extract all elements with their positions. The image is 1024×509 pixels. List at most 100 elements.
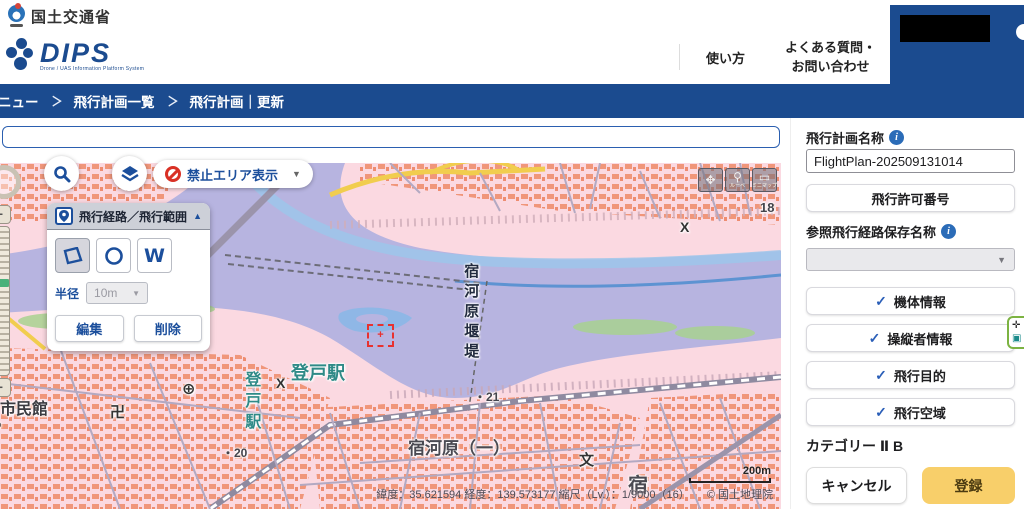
map-search-button[interactable] — [44, 156, 79, 191]
breadcrumb-flight-plan-list[interactable]: 飛行計画一覧 — [74, 91, 155, 111]
delete-button[interactable]: 削除 — [134, 315, 203, 342]
breadcrumb-flight-plan-update: 飛行計画｜更新 — [190, 91, 285, 111]
dips-logo[interactable]: DIPS Drone / UAS Information Platform Sy… — [6, 38, 144, 72]
pilot-info-label: 操縦者情報 — [887, 329, 952, 348]
ref-route-label: 参照飛行経路保存名称 — [806, 222, 936, 241]
search-icon — [53, 165, 71, 183]
prohibited-area-label: 禁止エリア表示 — [187, 165, 278, 184]
check-icon: ✓ — [875, 293, 887, 310]
map-pane: 登戸駅登戸駅宿河原堰堤市民館宿河原（一）宿・21・2018XX卍⊕文○ + + … — [0, 118, 784, 509]
chevron-down-icon: ▼ — [132, 289, 140, 298]
map-status-line: 緯度：35.621594 経度：139.573177 縮尺（Lv.）：1/900… — [376, 486, 773, 502]
pilot-info-button[interactable]: ✓ 操縦者情報 — [806, 324, 1015, 352]
map-label: 登戸駅 — [241, 371, 259, 434]
map-label: 文 — [579, 452, 594, 469]
flight-range-selection[interactable]: + — [367, 324, 394, 347]
layers-icon — [120, 164, 140, 184]
coordinates-text: 緯度：35.621594 経度：139.573177 縮尺（Lv.）：1/900… — [376, 489, 689, 501]
dips-logo-icon — [6, 38, 36, 72]
map-label: 宿河原（一） — [408, 439, 510, 459]
loupe-button[interactable]: ⚲ ルーペ — [725, 168, 750, 192]
nav-how-to-use[interactable]: 使い方 — [679, 44, 771, 70]
flight-airspace-button[interactable]: ✓ 飛行空域 — [806, 398, 1015, 426]
user-icon — [1016, 24, 1024, 40]
plan-name-label-row: 飛行計画名称 i — [806, 128, 904, 147]
flight-route-panel-header[interactable]: 飛行経路／飛行範囲 ▲ — [47, 203, 210, 230]
nav-faq-contact[interactable]: よくある質問・ お問い合わせ — [771, 30, 890, 84]
loupe-icon: ⚲ — [733, 172, 742, 183]
aircraft-info-label: 機体情報 — [894, 292, 946, 311]
chevron-up-icon[interactable]: ▲ — [193, 211, 202, 221]
breadcrumb-separator: ＞ — [168, 91, 179, 110]
chevron-down-icon[interactable]: ▼ — [292, 169, 301, 179]
flight-airspace-label: 飛行空域 — [894, 403, 946, 422]
map-label: ・21 — [474, 391, 499, 405]
mlit-logo-icon — [6, 3, 28, 27]
breadcrumb: ニュー ＞ 飛行計画一覧 ＞ 飛行計画｜更新 — [0, 84, 1024, 118]
dips-app: 国土交通省 DIPS Drone / UAS Information Platf… — [0, 0, 1024, 509]
category-text: カテゴリー Ⅱ B — [806, 436, 903, 456]
map-label: X — [276, 375, 285, 391]
brand-bar: DIPS Drone / UAS Information Platform Sy… — [0, 30, 1024, 84]
map-label: ・20 — [222, 447, 247, 461]
flight-route-panel-title: 飛行経路／飛行範囲 — [79, 208, 193, 225]
route-pin-icon — [55, 207, 73, 225]
cancel-button[interactable]: キャンセル — [806, 467, 907, 504]
flight-permit-number-button[interactable]: 飛行許可番号 — [806, 184, 1015, 212]
prohibited-area-toggle[interactable]: 禁止エリア表示 ▼ — [153, 160, 313, 188]
register-button[interactable]: 登録 — [922, 467, 1015, 504]
info-icon[interactable]: i — [889, 130, 904, 145]
check-icon: ✓ — [875, 367, 887, 384]
ref-route-label-row: 参照飛行経路保存名称 i — [806, 222, 956, 241]
check-icon: ✓ — [869, 330, 881, 347]
info-icon[interactable]: i — [941, 224, 956, 239]
map-copyright: © 国土地理院 — [707, 489, 773, 501]
route-name-input[interactable] — [2, 126, 780, 148]
edit-button[interactable]: 編集 — [55, 315, 124, 342]
chevron-down-icon: ▼ — [997, 255, 1006, 265]
map-label: 宿河原堰堤 — [462, 263, 479, 363]
map-label: ○ — [0, 415, 2, 435]
check-icon: ✓ — [875, 404, 887, 421]
flight-purpose-button[interactable]: ✓ 飛行目的 — [806, 361, 1015, 389]
zoom-level-marker[interactable] — [0, 279, 9, 287]
map-label: 卍 — [110, 404, 125, 421]
plan-name-input[interactable] — [806, 149, 1015, 173]
ref-route-select[interactable]: ▼ — [806, 248, 1015, 271]
dips-subtitle: Drone / UAS Information Platform System — [40, 66, 144, 72]
edge-widget[interactable]: ✛ ▣ — [1007, 316, 1024, 349]
edge-widget-icon: ▣ — [1012, 332, 1024, 345]
zoom-in-button[interactable]: + — [0, 205, 11, 224]
redacted-user-name — [900, 15, 990, 42]
draw-path-tool[interactable]: W — [137, 238, 172, 273]
map-layers-button[interactable] — [112, 156, 147, 191]
minimap-icon: ▭ — [759, 172, 770, 183]
ministry-name: 国土交通省 — [31, 6, 111, 27]
government-bar: 国土交通省 — [0, 0, 1024, 30]
draw-circle-tool[interactable] — [96, 238, 131, 273]
pan-button[interactable]: ✥ — [698, 168, 723, 192]
dips-wordmark: DIPS — [40, 40, 144, 66]
zoom-slider[interactable] — [0, 226, 10, 376]
pan-icon: ✥ — [705, 175, 715, 186]
draw-polygon-tool[interactable] — [55, 238, 90, 273]
polygon-icon — [63, 247, 83, 265]
circle-icon — [104, 246, 124, 266]
plan-name-label: 飛行計画名称 — [806, 128, 884, 147]
map-tools: ✥ ⚲ ルーペ ▭ ミニマップ — [698, 168, 777, 192]
flight-route-panel: 飛行経路／飛行範囲 ▲ W — [47, 203, 210, 351]
radius-select[interactable]: 10m ▼ — [86, 282, 148, 304]
map-label: 18 — [760, 201, 774, 216]
plan-sidebar: 飛行計画名称 i 飛行許可番号 参照飛行経路保存名称 i ▼ ✓ 機体情報 ✓ … — [790, 118, 1024, 509]
minimap-button[interactable]: ▭ ミニマップ — [752, 168, 777, 192]
radius-value: 10m — [94, 286, 117, 300]
map-label: X — [680, 219, 689, 235]
zoom-out-button[interactable]: − — [0, 378, 11, 397]
no-entry-icon — [165, 166, 181, 182]
flight-purpose-label: 飛行目的 — [894, 366, 946, 385]
breadcrumb-menu[interactable]: ニュー — [0, 91, 39, 111]
radius-label: 半径 — [55, 285, 79, 302]
scale-text: 200m — [689, 465, 771, 477]
aircraft-info-button[interactable]: ✓ 機体情報 — [806, 287, 1015, 315]
map-zoom-control[interactable]: + − — [0, 165, 17, 397]
